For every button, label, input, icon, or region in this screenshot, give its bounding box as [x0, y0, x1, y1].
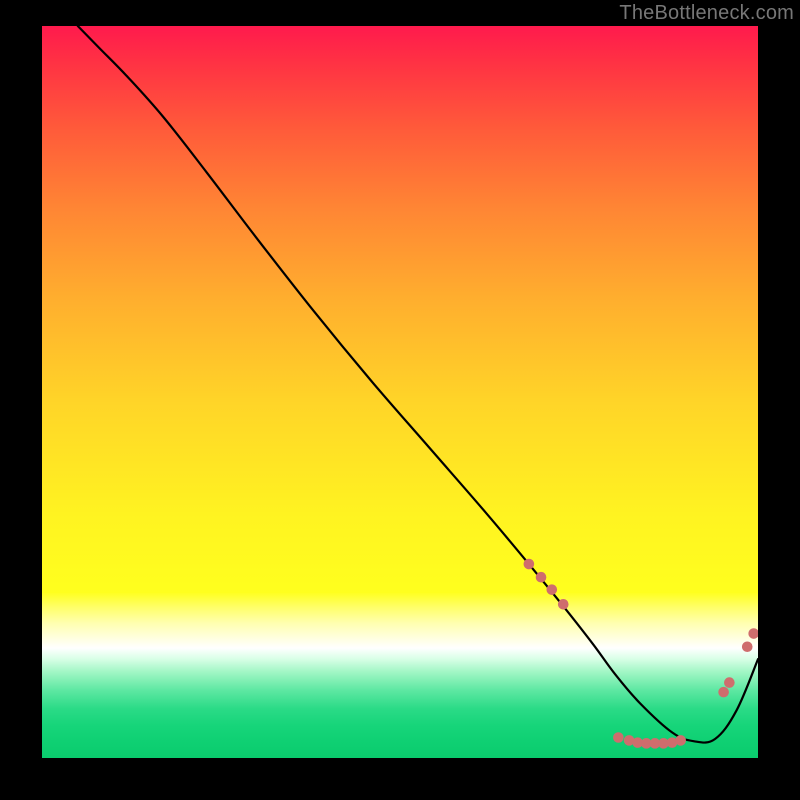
chart-stage: TheBottleneck.com [0, 0, 800, 800]
point-p4 [558, 599, 569, 610]
point-p3 [546, 584, 557, 595]
plot-area [42, 26, 758, 758]
point-p16 [748, 628, 758, 639]
point-p12 [675, 735, 686, 746]
point-p15 [742, 641, 753, 652]
point-p1 [524, 559, 535, 570]
point-p2 [536, 572, 547, 583]
point-p13 [718, 687, 729, 698]
chart-svg [42, 26, 758, 758]
point-p14 [724, 677, 735, 688]
data-points [524, 559, 758, 749]
curve-line [78, 26, 758, 743]
point-p5 [613, 732, 624, 743]
watermark-text: TheBottleneck.com [619, 2, 794, 25]
